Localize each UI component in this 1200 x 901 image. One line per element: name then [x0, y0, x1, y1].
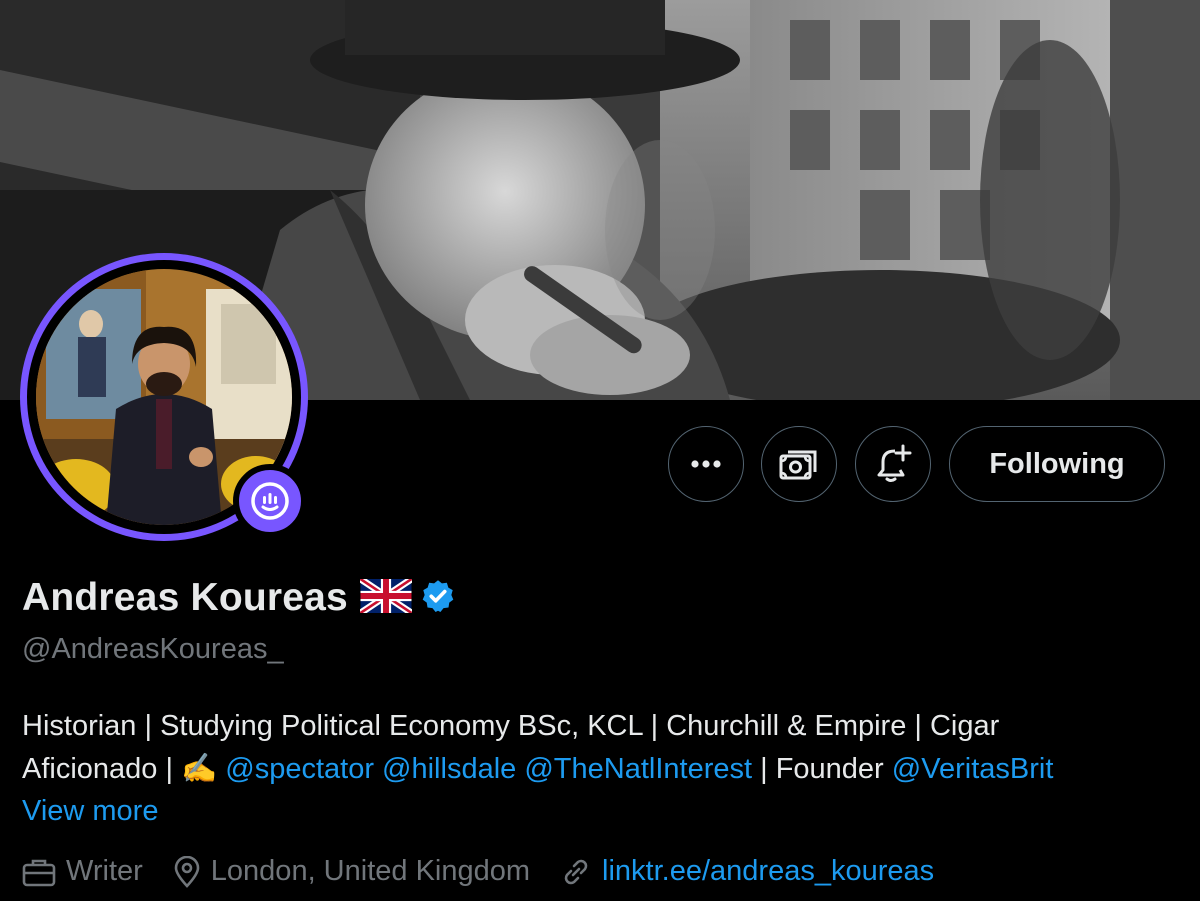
verified-badge-icon[interactable]	[420, 578, 456, 619]
money-tip-icon	[779, 450, 817, 480]
view-more-link[interactable]: View more	[22, 795, 158, 828]
user-handle: @AndreasKoureas_	[22, 633, 284, 665]
location: London, United Kingdom	[210, 855, 531, 887]
bio-line-1: Historian | Studying Political Economy B…	[22, 710, 1000, 742]
following-button[interactable]: Following	[949, 426, 1165, 502]
tip-button[interactable]	[761, 426, 837, 502]
bio-text: Aficionado |	[22, 753, 182, 785]
briefcase-icon	[22, 859, 56, 886]
spaces-live-icon[interactable]	[233, 464, 307, 538]
display-name: Andreas Koureas	[22, 576, 348, 619]
profession: Writer	[66, 855, 143, 887]
uk-flag-icon	[358, 575, 414, 618]
more-dots-icon	[691, 460, 721, 468]
location-item: London, United Kingdom	[173, 855, 530, 888]
notifications-button[interactable]	[855, 426, 931, 502]
profession-item: Writer	[22, 855, 143, 888]
name-row: Andreas Koureas	[22, 575, 456, 620]
mention-link[interactable]: @hillsdale	[382, 753, 516, 785]
website-item[interactable]: linktr.ee/andreas_koureas	[560, 855, 934, 888]
mention-link[interactable]: @VeritasBrit	[892, 753, 1054, 785]
bell-plus-icon	[877, 444, 912, 482]
mention-link[interactable]: @TheNatlInterest	[524, 753, 752, 785]
location-pin-icon	[174, 855, 200, 888]
bio-line-2: Aficionado | ✍️ @spectator @hillsdale @T…	[22, 748, 1192, 791]
writing-hand-icon: ✍️	[181, 753, 218, 785]
bio-text: | Founder	[760, 753, 884, 785]
mention-link[interactable]: @spectator	[225, 753, 374, 785]
link-icon	[564, 859, 588, 884]
website-link[interactable]: linktr.ee/andreas_koureas	[602, 855, 934, 888]
profile-meta: Writer London, United Kingdom linktr.ee/…	[22, 855, 964, 888]
more-options-button[interactable]	[668, 426, 744, 502]
bio: Historian | Studying Political Economy B…	[22, 705, 1192, 791]
